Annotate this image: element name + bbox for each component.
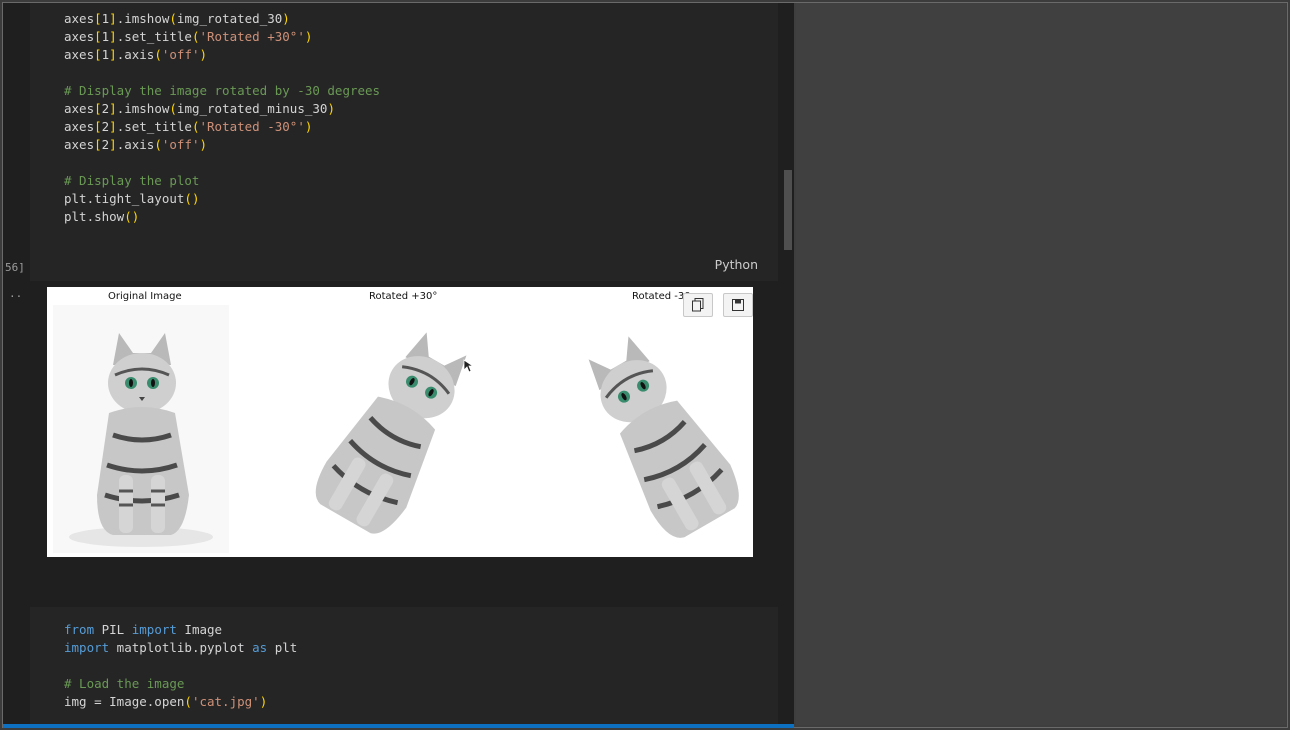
code-token: .set_title [116, 29, 192, 44]
subplot-title-original: Original Image [108, 291, 182, 302]
code-token: () [184, 191, 200, 206]
output-menu-dots[interactable]: .. [9, 287, 22, 300]
code-line[interactable]: plt.show() [64, 208, 139, 226]
cat-image-rotated-plus [315, 332, 467, 534]
code-token: axes [64, 101, 95, 116]
code-token: .axis [116, 137, 155, 152]
mouse-cursor-icon [463, 359, 473, 373]
code-token: ) [282, 11, 290, 26]
code-line[interactable]: # Display the plot [64, 172, 199, 190]
code-cell-imports[interactable]: from PIL import Image import matplotlib.p… [30, 607, 778, 725]
code-token: img_rotated_minus_30 [176, 101, 328, 116]
code-token: [ [94, 101, 102, 116]
code-token: ( [191, 29, 200, 44]
code-token: from [64, 622, 95, 637]
code-token: import [131, 622, 177, 637]
copy-output-button[interactable] [683, 293, 713, 317]
code-token: ) [327, 101, 335, 116]
empty-side-panel [796, 3, 1286, 725]
code-token: ( [184, 694, 192, 709]
code-token: ( [169, 11, 177, 26]
bottom-progress-bar [3, 724, 794, 728]
code-token: ( [154, 137, 162, 152]
code-token: 'off' [161, 137, 200, 152]
code-token: axes [64, 47, 95, 62]
code-token: # Load the image [64, 676, 185, 691]
code-line[interactable]: # Load the image [64, 675, 184, 693]
cat-image-rotated-minus [588, 336, 739, 538]
code-token: [ [94, 119, 102, 134]
code-token: axes [64, 29, 95, 44]
code-line[interactable]: axes[2].axis('off') [64, 136, 207, 154]
code-token: [ [94, 29, 102, 44]
code-token: axes [64, 119, 95, 134]
subplot-title-rotated-plus: Rotated +30° [369, 291, 438, 302]
code-token: .axis [116, 47, 155, 62]
code-token: plt.tight_layout [64, 191, 185, 206]
save-icon [732, 299, 744, 311]
code-token: 'off' [161, 47, 200, 62]
cat-image-original [53, 305, 229, 553]
code-token: axes [64, 11, 95, 26]
code-line[interactable]: plt.tight_layout() [64, 190, 199, 208]
code-line[interactable]: axes[2].set_title('Rotated -30°') [64, 118, 312, 136]
code-token: .imshow [116, 11, 170, 26]
code-token: ) [259, 694, 268, 709]
plot-output-image: Original Image Rotated +30° Rotated -30 [47, 287, 753, 557]
code-token: img = Image.open [64, 694, 185, 709]
code-token: ] [109, 11, 117, 26]
code-line[interactable]: from PIL import Image [64, 621, 222, 639]
code-token: plt [267, 640, 298, 655]
code-token: .set_title [116, 119, 192, 134]
notebook-panel: Python axes[1].imshow(img_rotated_30) axe… [3, 3, 794, 725]
code-token: plt.show [64, 209, 125, 224]
code-token: ] [109, 137, 117, 152]
code-token: ] [109, 119, 117, 134]
code-token: axes [64, 137, 95, 152]
code-line[interactable]: img = Image.open('cat.jpg') [64, 693, 267, 711]
code-line[interactable]: axes[1].axis('off') [64, 46, 207, 64]
code-token: img_rotated_30 [176, 11, 283, 26]
code-token: [ [94, 47, 102, 62]
code-token: ] [109, 29, 117, 44]
execution-count: 56] [5, 261, 25, 274]
code-token: () [124, 209, 140, 224]
code-token: ] [109, 47, 117, 62]
code-token: 'cat.jpg' [191, 694, 260, 709]
code-token: 'Rotated -30°' [199, 119, 305, 134]
code-token: # Display the plot [64, 173, 200, 188]
code-token: [ [94, 11, 102, 26]
code-line[interactable]: axes[2].imshow(img_rotated_minus_30) [64, 100, 335, 118]
code-token: import [64, 640, 110, 655]
code-line[interactable]: axes[1].imshow(img_rotated_30) [64, 10, 290, 28]
cell-language-label[interactable]: Python [715, 257, 758, 272]
code-line[interactable]: # Display the image rotated by -30 degre… [64, 82, 380, 100]
code-token: 'Rotated +30°' [199, 29, 305, 44]
code-token: matplotlib.pyplot [109, 640, 253, 655]
code-token: ( [154, 47, 162, 62]
code-token: as [252, 640, 268, 655]
code-token: .imshow [116, 101, 170, 116]
code-token: PIL [94, 622, 132, 637]
code-token: ) [199, 137, 208, 152]
code-token: ) [199, 47, 208, 62]
copy-icon [692, 298, 704, 312]
code-token: # Display the image rotated by -30 degre… [64, 83, 381, 98]
code-line[interactable]: import matplotlib.pyplot as plt [64, 639, 297, 657]
code-token: ) [304, 119, 313, 134]
save-output-button[interactable] [723, 293, 753, 317]
code-token: ] [109, 101, 117, 116]
vertical-scrollbar[interactable] [784, 170, 792, 250]
code-token: Image [176, 622, 223, 637]
code-token: [ [94, 137, 102, 152]
code-line[interactable]: axes[1].set_title('Rotated +30°') [64, 28, 312, 46]
subplot-title-rotated-minus: Rotated -30 [632, 291, 691, 302]
code-cell-plot[interactable]: Python axes[1].imshow(img_rotated_30) axe… [30, 3, 778, 281]
code-token: ( [191, 119, 200, 134]
code-token: ) [304, 29, 313, 44]
code-token: ( [169, 101, 177, 116]
